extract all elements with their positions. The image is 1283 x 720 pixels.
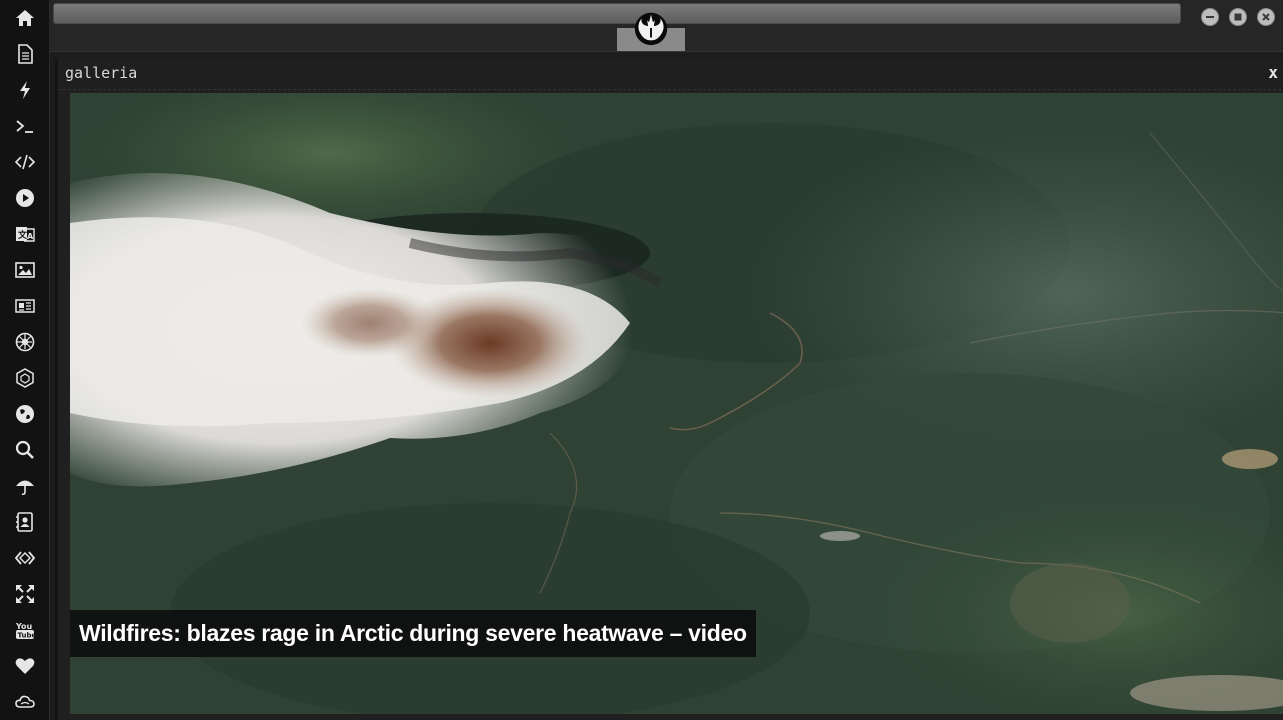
maximize-button[interactable]: [1229, 8, 1247, 26]
close-icon: [1262, 13, 1270, 21]
contacts-icon: [16, 512, 33, 532]
sidebar-item-lightning[interactable]: [13, 78, 37, 102]
home-icon: [16, 10, 34, 26]
play-icon: [16, 189, 34, 207]
gallery-panel: galleria x Wildfires: blazes rage in Arc…: [55, 59, 1283, 720]
minimize-button[interactable]: [1201, 8, 1219, 26]
panel-title: galleria: [65, 64, 138, 82]
sidebar-item-document[interactable]: [13, 42, 37, 66]
globe-icon: [16, 405, 34, 423]
hexagon-icon: [16, 368, 34, 388]
panel-close-button[interactable]: x: [1268, 63, 1278, 82]
minimize-icon: [1206, 16, 1214, 18]
maximize-icon: [1234, 13, 1242, 21]
sidebar-item-home[interactable]: [13, 6, 37, 30]
sidebar-item-empire[interactable]: [13, 330, 37, 354]
sidebar-item-play[interactable]: [13, 186, 37, 210]
svg-text:A: A: [27, 232, 34, 241]
sidebar-item-code[interactable]: [13, 150, 37, 174]
sidebar-item-search[interactable]: [13, 438, 37, 462]
svg-text:Tube: Tube: [18, 632, 36, 640]
sidebar-item-cloud[interactable]: [13, 690, 37, 714]
close-window-button[interactable]: [1257, 8, 1275, 26]
sidebar-item-translate[interactable]: 文A: [13, 222, 37, 246]
translate-icon: 文A: [16, 227, 35, 242]
sidebar-item-image[interactable]: [13, 258, 37, 282]
umbrella-icon: [16, 480, 34, 496]
lightning-icon: [20, 81, 30, 99]
sidebar-item-heart[interactable]: [13, 654, 37, 678]
top-bar: [50, 0, 1283, 52]
sidebar-item-globe[interactable]: [13, 402, 37, 426]
sidebar-item-youtube[interactable]: You Tube: [13, 618, 37, 642]
newspaper-icon: [15, 299, 35, 313]
expand-icon: [16, 585, 34, 603]
cloud-icon: [15, 695, 35, 708]
rebel-alliance-icon: [634, 12, 668, 46]
code-icon: [15, 154, 35, 170]
sidebar-item-terminal[interactable]: [13, 114, 37, 138]
sidebar-item-dev[interactable]: [13, 546, 37, 570]
image-caption: Wildfires: blazes rage in Arctic during …: [70, 610, 756, 657]
terminal-icon: [16, 120, 33, 133]
panel-header: galleria x: [58, 59, 1283, 90]
document-icon: [18, 44, 33, 64]
heart-icon: [15, 658, 35, 674]
youtube-icon: YouTube: [15, 622, 36, 640]
sidebar-item-contacts[interactable]: [13, 510, 37, 534]
sidebar-item-newspaper[interactable]: [13, 294, 37, 318]
svg-text:You: You: [15, 622, 33, 631]
address-bar[interactable]: [53, 3, 1181, 24]
sidebar-item-expand[interactable]: [13, 582, 37, 606]
gallery-image[interactable]: Wildfires: blazes rage in Arctic during …: [70, 93, 1283, 714]
sidebar-item-umbrella[interactable]: [13, 474, 37, 498]
dev-icon: [15, 551, 35, 565]
search-icon: [15, 440, 34, 459]
galactic-empire-icon: [15, 332, 35, 352]
image-icon: [15, 262, 35, 278]
sidebar-item-hexagon[interactable]: [13, 366, 37, 390]
caption-text: Wildfires: blazes rage in Arctic during …: [79, 620, 747, 646]
sidebar: 文A You Tube: [0, 0, 50, 720]
